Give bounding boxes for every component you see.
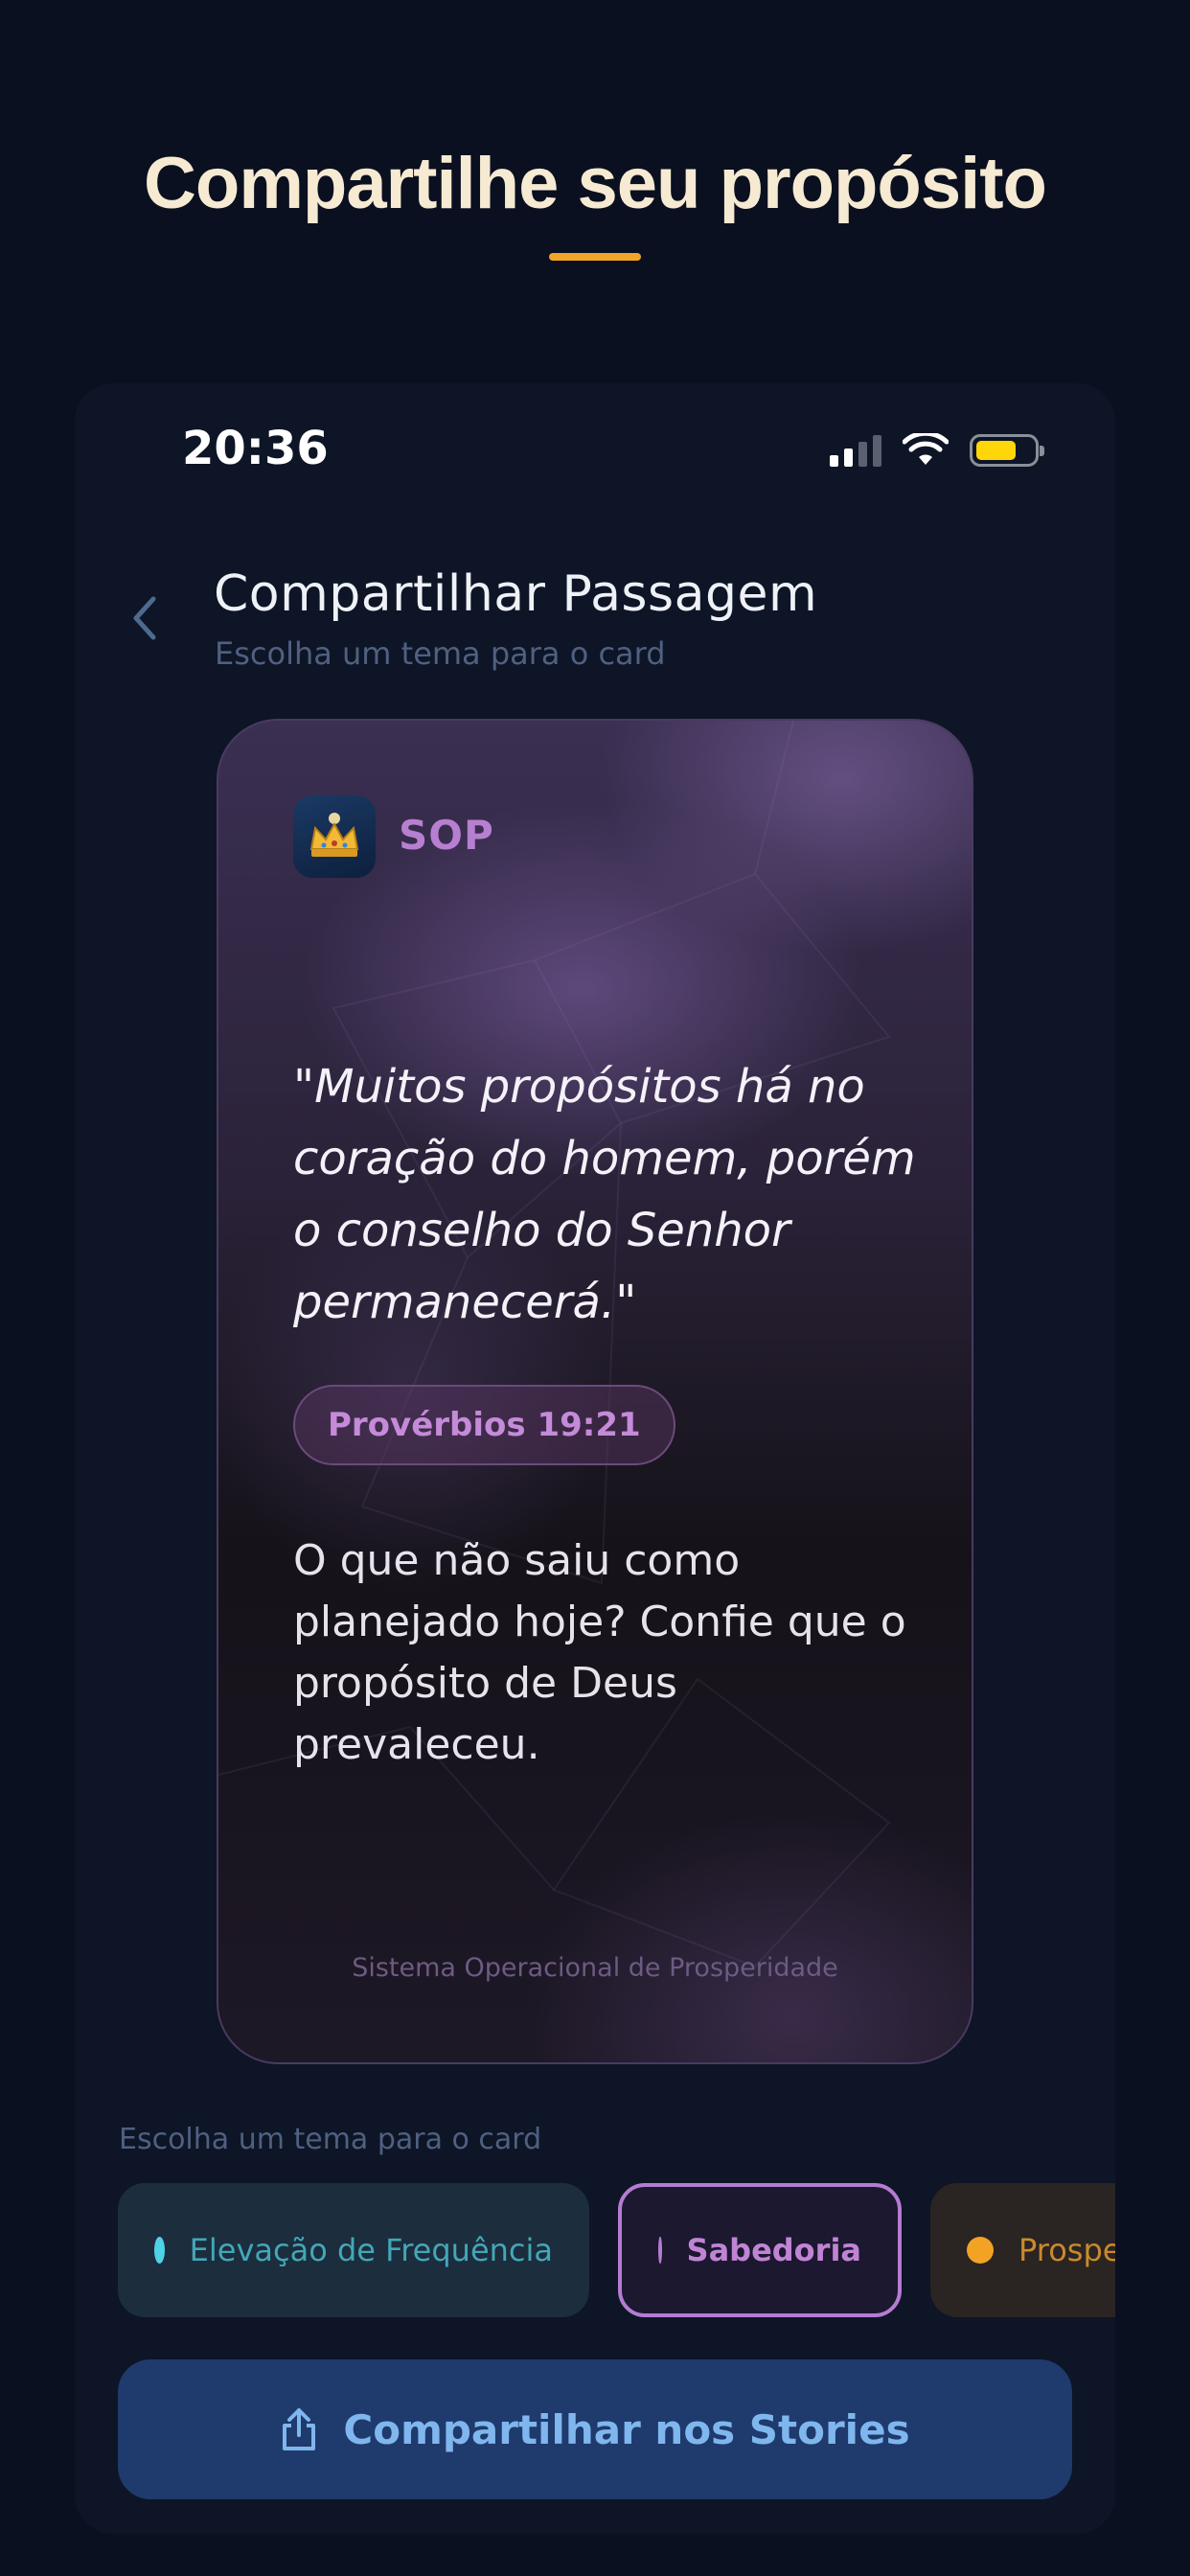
theme-chip-list: Elevação de Frequência Sabedoria Prospe: [118, 2183, 1115, 2317]
nav-subtitle: Escolha um tema para o card: [215, 635, 666, 672]
status-time: 20:36: [182, 422, 329, 475]
share-card-preview: SOP "Muitos propósitos há no coração do …: [217, 719, 973, 2064]
share-stories-button[interactable]: Compartilhar nos Stories: [118, 2359, 1072, 2499]
card-quote: "Muitos propósitos há no coração do home…: [293, 1060, 916, 1329]
theme-dot-icon: [154, 2237, 165, 2264]
share-icon: [283, 2408, 316, 2450]
theme-chip-label: Sabedoria: [686, 2232, 861, 2268]
page-title: Compartilhe seu propósito: [144, 143, 1047, 224]
theme-section-label: Escolha um tema para o card: [119, 2123, 542, 2156]
status-icons: [830, 433, 1044, 468]
card-brand: SOP: [399, 812, 494, 859]
theme-chip-elevacao[interactable]: Elevação de Frequência: [118, 2183, 589, 2317]
card-reflection: O que não saiu como planejado hoje? Conf…: [293, 1536, 906, 1769]
phone-mockup: 20:36 Compartilhar Passagem Escolha um t…: [75, 383, 1115, 2534]
wifi-icon: [903, 433, 949, 465]
theme-dot-icon: [658, 2237, 662, 2264]
title-underline: [549, 253, 641, 261]
theme-chip-label: Prospe: [1018, 2232, 1115, 2268]
theme-dot-icon: [967, 2237, 994, 2264]
verse-reference-badge: Provérbios 19:21: [293, 1385, 675, 1465]
app-logo-crown-icon: [293, 795, 376, 878]
nav-title: Compartilhar Passagem: [214, 565, 818, 623]
battery-icon: [970, 434, 1044, 467]
theme-chip-prosperidade[interactable]: Prospe: [930, 2183, 1115, 2317]
signal-icon: [830, 434, 881, 467]
back-chevron-icon[interactable]: [123, 589, 171, 647]
theme-chip-label: Elevação de Frequência: [189, 2232, 553, 2268]
theme-chip-sabedoria[interactable]: Sabedoria: [618, 2183, 902, 2317]
card-footer: Sistema Operacional de Prosperidade: [352, 1953, 838, 1983]
share-button-label: Compartilhar nos Stories: [343, 2405, 910, 2453]
